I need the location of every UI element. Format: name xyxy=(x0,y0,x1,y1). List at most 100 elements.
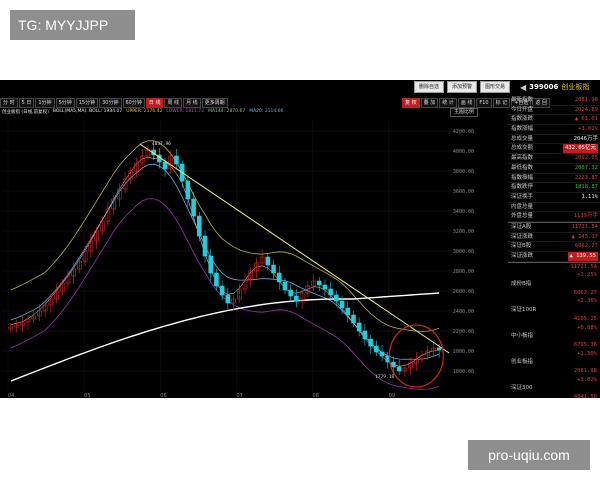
period-tab-2[interactable]: 1分钟 xyxy=(35,98,55,108)
boll-value: BOLL(MA5,MA): BOLL: 1934.07 xyxy=(52,109,123,114)
index-name[interactable]: 深证300 xyxy=(508,384,600,393)
quote-value: 432.05亿元 xyxy=(563,144,598,154)
index-value: +0.88% xyxy=(577,324,597,331)
watermark-bottom-right: pro-uqiu.com xyxy=(468,440,590,470)
quote-label: 指数涨幅 xyxy=(511,126,534,133)
period-tab-3[interactable]: 5分钟 xyxy=(55,98,75,108)
ma5-line xyxy=(10,156,440,367)
x-tick-label: 09 xyxy=(389,393,395,398)
candle xyxy=(345,307,351,316)
quote-row: 最新指数 2081.98 xyxy=(508,96,600,106)
candle xyxy=(174,155,179,165)
candle xyxy=(276,272,282,283)
index-value: 4841.50 xyxy=(573,394,597,398)
period-tab-6[interactable]: 60分钟 xyxy=(122,98,145,108)
y-tick-label: 2600.00 xyxy=(453,289,474,295)
quote-label: 最低指数 xyxy=(511,164,534,171)
index-name[interactable]: 创业板指 xyxy=(508,358,600,367)
security-header: ◀ 399006 创业板指 xyxy=(520,81,600,93)
prev-security-icon[interactable]: ◀ xyxy=(520,83,526,92)
candle xyxy=(197,215,202,237)
quote-value: 2046万手 xyxy=(573,135,598,142)
y-tick-label: 3800.00 xyxy=(453,169,474,175)
upper-value: UPPER: 2176.42 xyxy=(126,109,163,114)
candle xyxy=(374,345,379,353)
x-tick-label: 08 xyxy=(313,393,319,398)
lower-value: LOWER: 1811.72 xyxy=(166,109,205,114)
quote-row: 最高指数 2092.05 xyxy=(508,154,600,164)
quote-value: 2007.32 xyxy=(574,164,598,171)
candle xyxy=(391,361,396,368)
index-value: +2.36% xyxy=(577,298,597,305)
candle xyxy=(162,161,168,170)
quote-label: 深证换手 xyxy=(511,193,534,200)
chart-tool-0[interactable]: 复 权 xyxy=(402,98,420,108)
quote-row: 今日开盘 2024.89 xyxy=(508,106,600,116)
quote-panel: 最新指数 2081.98 今日开盘 2024.89 指数涨跌 ▲ 61.01 指数涨幅 +3.… xyxy=(508,96,600,398)
add-alert-button[interactable]: 添加预警 xyxy=(447,81,478,93)
quote-label: 今日开盘 xyxy=(511,106,534,113)
candle xyxy=(282,281,288,291)
quote-value: ▲ 139.55 xyxy=(567,252,598,261)
index-value: +1.30% xyxy=(577,350,597,357)
y-tick-label: 3000.00 xyxy=(453,249,474,255)
top-button-group: 删除自选 添加预警 图形交易 xyxy=(414,81,511,93)
chart-tool-4[interactable]: F10 xyxy=(476,98,492,108)
candle xyxy=(208,255,214,274)
indicator-title: 创业板指 (日线,前复权) xyxy=(2,110,49,115)
quote-value: 1818.87 xyxy=(574,184,598,191)
period-tab-9[interactable]: 月 线 xyxy=(183,98,201,108)
high-annotation: 4037.96 xyxy=(152,141,171,147)
quote-value: ▲ 61.01 xyxy=(574,116,598,123)
candlestick-chart[interactable]: 4200.00 4000.00 3800.00 3600.00 3400.00 3200.… xyxy=(0,117,508,398)
quote-row: 深证B股 6062.27 xyxy=(508,242,600,252)
trend-line xyxy=(139,143,450,354)
remove-watchlist-button[interactable]: 删除自选 xyxy=(414,81,445,93)
quote-row: 内盘总量 xyxy=(508,203,600,213)
index-name[interactable]: 深证100R xyxy=(508,306,600,315)
index-name[interactable]: 中小板指 xyxy=(508,332,600,341)
candle xyxy=(379,351,385,357)
candle xyxy=(436,347,442,351)
chart-tool-2[interactable]: 统 计 xyxy=(439,98,457,108)
chart-tool-1[interactable]: 叠 加 xyxy=(420,98,439,108)
quote-label: 最高指数 xyxy=(511,155,534,162)
period-tab-4[interactable]: 15分钟 xyxy=(75,98,99,108)
period-tab-0[interactable]: 分 时 xyxy=(0,98,18,108)
x-tick-label: 07 xyxy=(236,393,242,398)
index-value: 6062.27 xyxy=(573,289,597,296)
quote-row: 总成交量 2046万手 xyxy=(508,135,600,145)
period-tab-10[interactable]: 更多周期 xyxy=(201,98,228,108)
index-value: +1.25% xyxy=(577,272,597,279)
quote-label: 外盘总量 xyxy=(511,213,534,220)
chart-tool-3[interactable]: 画 线 xyxy=(457,98,476,108)
main-chart-ratio-button[interactable]: 主图比例 xyxy=(450,108,479,117)
quote-value: 1139万手 xyxy=(573,213,598,220)
period-tab-8[interactable]: 周 线 xyxy=(164,98,183,108)
index-value: 4105.25 xyxy=(573,315,597,322)
period-tab-1[interactable]: 5 日 xyxy=(18,98,35,108)
index-name[interactable]: 成份B指 xyxy=(508,280,600,289)
period-tab-5[interactable]: 30分钟 xyxy=(99,98,122,108)
quote-value: 6062.27 xyxy=(574,243,598,250)
quote-label: 指数涨跌 xyxy=(511,116,534,123)
quote-label: 指数振幅 xyxy=(511,174,534,181)
watermark-top-left: TG: MYYJJPP xyxy=(10,10,135,40)
quote-row: 外盘总量 1139万手 xyxy=(508,212,600,222)
boll-lower-line xyxy=(10,198,440,390)
candle xyxy=(368,338,373,347)
quote-value: 2223.87 xyxy=(574,174,598,181)
quote-label: 指数跌停 xyxy=(511,184,534,191)
quote-value: ▲ 145.17 xyxy=(571,233,599,240)
candle xyxy=(294,295,299,302)
period-tab-7[interactable]: 日 线 xyxy=(145,98,164,108)
ma20-line xyxy=(10,163,440,360)
quote-row: 指数涨幅 +3.02% xyxy=(508,125,600,135)
candle xyxy=(322,284,328,290)
y-tick-label: 3400.00 xyxy=(453,209,474,215)
x-tick-label: 05 xyxy=(84,393,90,398)
quote-label: 总成交量 xyxy=(511,135,534,142)
candle xyxy=(288,289,293,297)
security-code: 399006 xyxy=(529,83,559,91)
chart-trade-button[interactable]: 图形交易 xyxy=(480,81,511,93)
